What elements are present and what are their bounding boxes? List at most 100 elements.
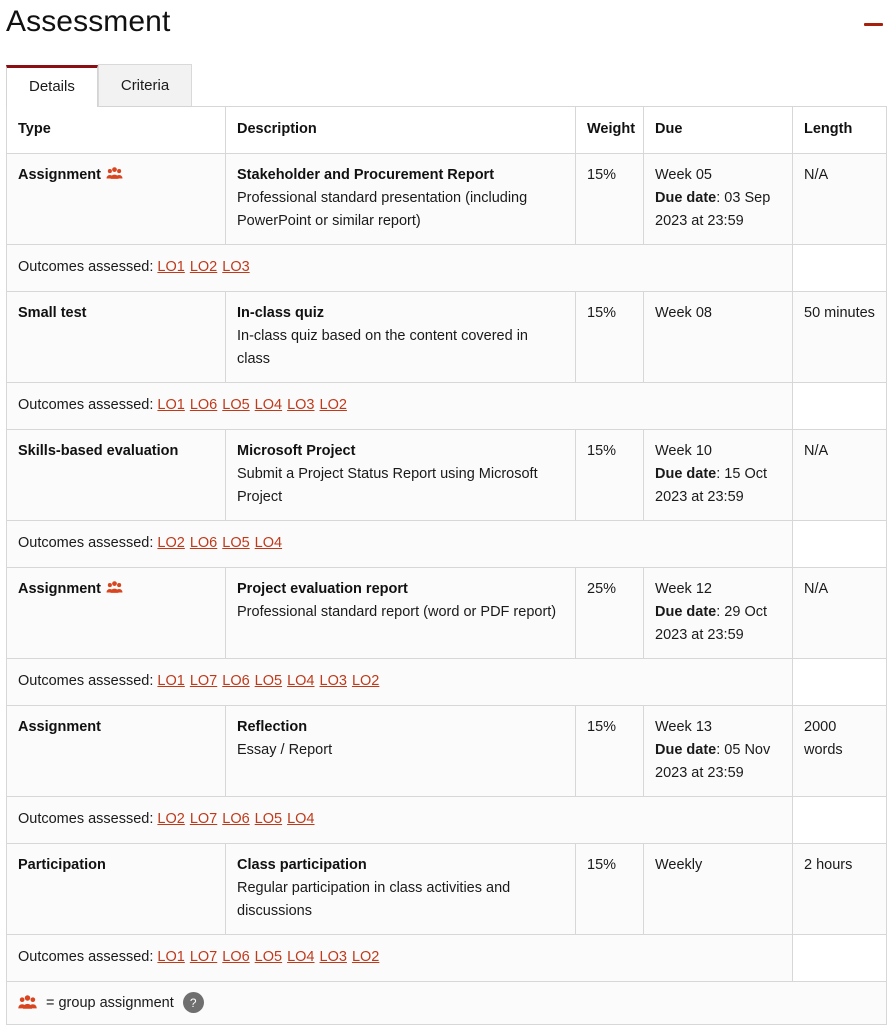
cell-description: Stakeholder and Procurement Report Profes… <box>225 153 576 245</box>
description-body: Regular participation in class activitie… <box>237 880 511 919</box>
cell-type: Assignment <box>6 153 226 245</box>
description-title: Class participation <box>237 857 367 873</box>
outcomes-row: Outcomes assessed: LO1 LO2 LO3 <box>6 244 887 292</box>
outcome-link-lo1[interactable]: LO1 <box>157 949 184 965</box>
outcomes-label: Outcomes assessed: <box>18 673 154 689</box>
outcome-link-lo7[interactable]: LO7 <box>190 949 217 965</box>
outcomes-blank-cell <box>792 244 887 292</box>
due-date-line: Due date: 03 Sep 2023 at 23:59 <box>655 187 781 233</box>
cell-description: Project evaluation report Professional st… <box>225 567 576 659</box>
outcome-link-lo6[interactable]: LO6 <box>222 949 249 965</box>
page-header: Assessment <box>0 0 891 48</box>
table-header-row: Type Description Weight Due Length <box>6 106 887 154</box>
description-title: Stakeholder and Procurement Report <box>237 167 495 183</box>
tab-details[interactable]: Details <box>6 65 98 107</box>
table-head: Type Description Weight Due Length <box>6 106 887 154</box>
outcome-link-lo6[interactable]: LO6 <box>222 811 249 827</box>
outcome-link-lo1[interactable]: LO1 <box>157 673 184 689</box>
cell-type: Assignment <box>6 705 226 797</box>
outcome-link-lo5[interactable]: LO5 <box>255 673 282 689</box>
question-mark-icon[interactable]: ? <box>182 992 204 1013</box>
users-group-icon <box>106 581 123 594</box>
column-header-weight: Weight <box>575 106 644 154</box>
outcome-link-lo3[interactable]: LO3 <box>320 673 347 689</box>
description-title: Reflection <box>237 719 308 735</box>
outcome-link-lo6[interactable]: LO6 <box>222 673 249 689</box>
outcome-link-lo4[interactable]: LO4 <box>287 949 314 965</box>
tab-criteria[interactable]: Criteria <box>97 64 193 107</box>
description-body: Professional standard report (word or PD… <box>237 604 557 620</box>
collapse-section-button[interactable] <box>861 12 887 38</box>
column-header-type: Type <box>6 106 226 154</box>
outcomes-row: Outcomes assessed: LO1 LO7 LO6 LO5 LO4 LO3 LO2 <box>6 934 887 982</box>
outcomes-cell: Outcomes assessed: LO2 LO7 LO6 LO5 LO4 <box>6 796 793 844</box>
outcomes-label: Outcomes assessed: <box>18 949 154 965</box>
legend-cell: = group assignment ? <box>6 981 887 1025</box>
outcome-link-lo5[interactable]: LO5 <box>222 535 249 551</box>
outcome-link-lo4[interactable]: LO4 <box>287 811 314 827</box>
assessment-type-label: Skills-based evaluation <box>18 443 179 459</box>
outcome-link-lo5[interactable]: LO5 <box>222 397 249 413</box>
outcomes-row: Outcomes assessed: LO1 LO7 LO6 LO5 LO4 LO3 LO2 <box>6 658 887 706</box>
outcome-link-lo3[interactable]: LO3 <box>287 397 314 413</box>
outcomes-label: Outcomes assessed: <box>18 397 154 413</box>
outcome-link-lo2[interactable]: LO2 <box>352 949 379 965</box>
cell-description: Reflection Essay / Report <box>225 705 576 797</box>
outcome-link-lo4[interactable]: LO4 <box>255 397 282 413</box>
table-foot: = group assignment ? <box>6 981 887 1025</box>
table-row: Assignment Reflection Essay / Report 15% Wee… <box>6 705 887 797</box>
outcome-link-lo7[interactable]: LO7 <box>190 673 217 689</box>
description-body: Essay / Report <box>237 742 333 758</box>
outcome-link-lo7[interactable]: LO7 <box>190 811 217 827</box>
outcome-link-lo4[interactable]: LO4 <box>255 535 282 551</box>
assessment-table: Type Description Weight Due Length Assig… <box>6 106 887 1025</box>
outcome-link-lo1[interactable]: LO1 <box>157 259 184 275</box>
cell-due: Week 13 Due date: 05 Nov 2023 at 23:59 <box>643 705 793 797</box>
cell-weight: 15% <box>575 291 644 383</box>
column-header-description: Description <box>225 106 576 154</box>
outcomes-cell: Outcomes assessed: LO1 LO6 LO5 LO4 LO3 LO2 <box>6 382 793 430</box>
table-row: Assignment Project evaluation report Profe… <box>6 567 887 659</box>
due-date-line: Due date: 29 Oct 2023 at 23:59 <box>655 601 781 647</box>
cell-due: Week 10 Due date: 15 Oct 2023 at 23:59 <box>643 429 793 521</box>
outcome-link-lo2[interactable]: LO2 <box>157 811 184 827</box>
minus-icon <box>864 23 883 26</box>
outcome-link-lo4[interactable]: LO4 <box>287 673 314 689</box>
outcome-link-lo3[interactable]: LO3 <box>320 949 347 965</box>
table-row: Small test In-class quiz In-class quiz bas… <box>6 291 887 383</box>
outcome-link-lo3[interactable]: LO3 <box>222 259 249 275</box>
outcome-link-lo2[interactable]: LO2 <box>320 397 347 413</box>
outcome-link-lo5[interactable]: LO5 <box>255 811 282 827</box>
due-date-label: Due date <box>655 742 717 758</box>
due-week: Weekly <box>655 857 703 873</box>
due-week: Week 12 <box>655 581 712 597</box>
outcome-link-lo2[interactable]: LO2 <box>157 535 184 551</box>
description-body: Professional standard presentation (incl… <box>237 190 528 229</box>
users-group-icon <box>106 167 123 180</box>
outcomes-row: Outcomes assessed: LO1 LO6 LO5 LO4 LO3 LO2 <box>6 382 887 430</box>
table-row: Participation Class participation Regular … <box>6 843 887 935</box>
cell-due: Week 08 <box>643 291 793 383</box>
cell-length: N/A <box>792 429 887 521</box>
column-header-due: Due <box>643 106 793 154</box>
outcomes-blank-cell <box>792 934 887 982</box>
outcomes-cell: Outcomes assessed: LO1 LO7 LO6 LO5 LO4 LO3 LO2 <box>6 934 793 982</box>
outcomes-blank-cell <box>792 658 887 706</box>
assessment-type-label: Assignment <box>18 719 101 735</box>
outcome-link-lo1[interactable]: LO1 <box>157 397 184 413</box>
assessment-table-wrap: Type Description Weight Due Length Assig… <box>0 106 891 1025</box>
tab-bar: Details Criteria <box>0 60 891 107</box>
cell-type: Assignment <box>6 567 226 659</box>
due-week: Week 08 <box>655 305 712 321</box>
cell-type: Skills-based evaluation <box>6 429 226 521</box>
description-body: Submit a Project Status Report using Mic… <box>237 466 538 505</box>
cell-type: Participation <box>6 843 226 935</box>
outcome-link-lo6[interactable]: LO6 <box>190 535 217 551</box>
outcome-link-lo6[interactable]: LO6 <box>190 397 217 413</box>
outcome-link-lo2[interactable]: LO2 <box>190 259 217 275</box>
outcome-link-lo2[interactable]: LO2 <box>352 673 379 689</box>
outcomes-row: Outcomes assessed: LO2 LO7 LO6 LO5 LO4 <box>6 796 887 844</box>
cell-description: In-class quiz In-class quiz based on the … <box>225 291 576 383</box>
outcome-link-lo5[interactable]: LO5 <box>255 949 282 965</box>
outcomes-cell: Outcomes assessed: LO1 LO2 LO3 <box>6 244 793 292</box>
